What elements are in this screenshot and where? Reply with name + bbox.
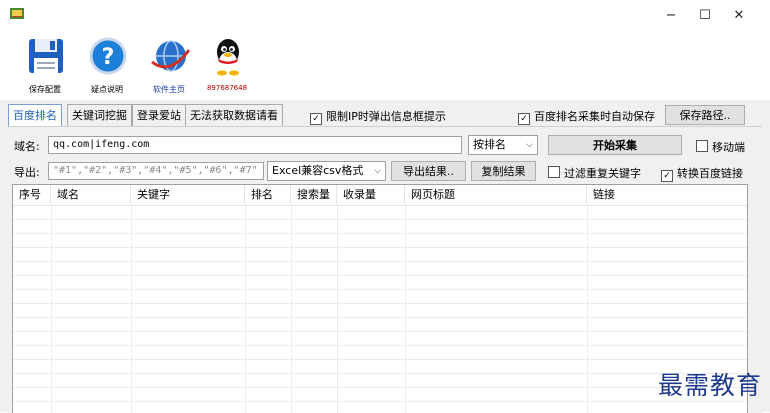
checkbox-empty-icon [548,166,560,178]
checkbox-checked-icon: ✓ [518,113,530,125]
table-row [13,304,747,318]
table-row [13,248,747,262]
mobile-label: 移动端 [712,141,745,154]
homepage-button[interactable]: 软件主页 [138,34,200,96]
table-row [13,220,747,234]
chevron-down-icon: ⌵ [374,166,381,176]
minimize-button[interactable]: − [656,6,686,26]
column-header-page-title[interactable]: 网页标题 [405,185,587,205]
column-header-index-count[interactable]: 收录量 [337,185,405,205]
title-bar: − ☐ ✕ [0,0,770,30]
results-table[interactable]: 序号 域名 关键字 排名 搜索量 收录量 网页标题 链接 [12,184,748,413]
sort-select[interactable]: 按排名 ⌵ [468,135,538,155]
column-header-domain[interactable]: 域名 [51,185,131,205]
app-icon [10,8,24,19]
faq-label: 疑点说明 [91,85,123,94]
tab-aizhan-login[interactable]: 登录爱站 [132,104,186,126]
table-row [13,374,747,388]
column-header-index[interactable]: 序号 [13,185,51,205]
close-button[interactable]: ✕ [724,6,754,26]
save-path-button[interactable]: 保存路径.. [665,105,745,125]
sort-select-value: 按排名 [473,138,506,151]
export-label: 导出: [14,166,40,179]
table-row [13,332,747,346]
tab-data-help[interactable]: 无法获取数据请看 [185,104,283,126]
limit-ip-label: 限制IP时弹出信息框提示 [326,110,446,123]
checkbox-checked-icon: ✓ [661,170,673,182]
export-format-value: Excel兼容csv格式 [272,164,364,177]
filter-duplicate-checkbox[interactable]: 过滤重复关键字 [548,165,641,181]
table-row [13,262,747,276]
table-header: 序号 域名 关键字 排名 搜索量 收录量 网页标题 链接 [13,185,747,206]
limit-ip-checkbox[interactable]: ✓ 限制IP时弹出信息框提示 [310,108,446,125]
help-icon: ? [89,37,127,75]
tab-keyword-mining[interactable]: 关键词挖掘 [67,104,132,126]
maximize-button[interactable]: ☐ [690,6,720,26]
checkbox-empty-icon [696,140,708,152]
floppy-disk-icon [29,39,63,73]
watermark-text: 最需教育 [657,371,762,400]
mobile-checkbox[interactable]: 移动端 [696,139,745,155]
table-row [13,388,747,402]
copy-results-button[interactable]: 复制结果 [471,161,536,181]
qq-button[interactable]: 897687648 [196,34,258,96]
globe-icon [151,40,190,72]
homepage-label: 软件主页 [153,85,185,94]
qq-number-label: 897687648 [206,84,248,92]
toolbar: 保存配置 ? 疑点说明 软件主页 897687648 [0,30,770,100]
app-window: − ☐ ✕ 保存配置 ? 疑点说明 软件主页 897687648 百度排名 关键… [0,0,770,413]
convert-link-label: 转换百度链接 [677,167,743,180]
svg-text:?: ? [102,45,115,70]
table-row [13,290,747,304]
table-row [13,276,747,290]
start-collect-button[interactable]: 开始采集 [548,135,682,155]
faq-button[interactable]: ? 疑点说明 [76,34,138,96]
table-row [13,206,747,220]
table-row [13,346,747,360]
export-results-button[interactable]: 导出结果.. [391,161,466,181]
column-header-link[interactable]: 链接 [587,185,747,205]
save-config-label: 保存配置 [29,85,61,94]
export-format-select[interactable]: Excel兼容csv格式 ⌵ [267,161,386,181]
column-header-keyword[interactable]: 关键字 [131,185,245,205]
column-header-search-volume[interactable]: 搜索量 [291,185,337,205]
table-row [13,360,747,374]
tab-baidu-rank[interactable]: 百度排名 [8,104,62,127]
table-row [13,318,747,332]
export-format-input[interactable]: "#1","#2","#3","#4","#5","#6","#7" [48,162,264,180]
convert-link-checkbox[interactable]: ✓ 转换百度链接 [661,165,743,182]
save-config-button[interactable]: 保存配置 [14,34,76,96]
auto-save-label: 百度排名采集时自动保存 [534,110,655,123]
filter-duplicate-label: 过滤重复关键字 [564,167,641,180]
table-row [13,234,747,248]
checkbox-checked-icon: ✓ [310,113,322,125]
auto-save-checkbox[interactable]: ✓ 百度排名采集时自动保存 [518,108,655,125]
domain-input[interactable]: qq.com|ifeng.com [48,136,462,154]
qq-penguin-icon [217,39,239,76]
column-header-rank[interactable]: 排名 [245,185,291,205]
chevron-down-icon: ⌵ [526,140,533,150]
domain-label: 域名: [14,140,40,153]
